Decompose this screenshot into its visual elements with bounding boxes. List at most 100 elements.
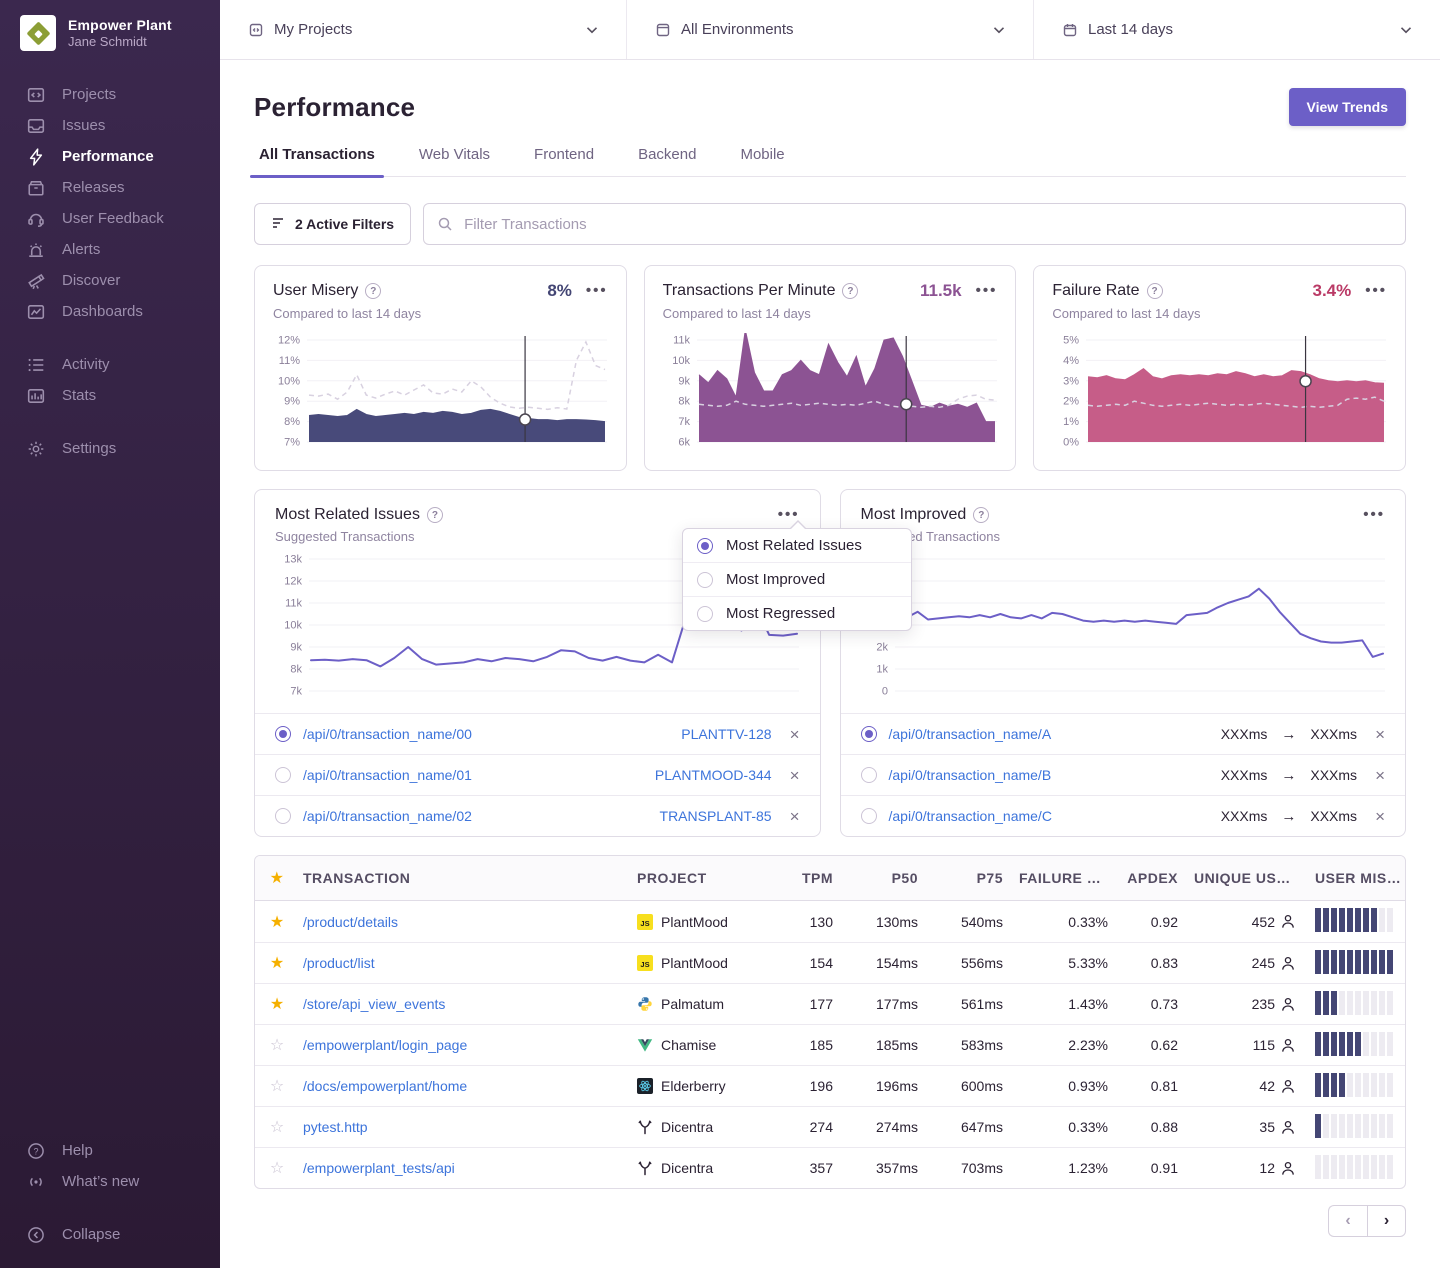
star-icon[interactable]: ★ — [270, 914, 284, 931]
transaction-link[interactable]: /api/0/transaction_name/A — [889, 726, 1209, 742]
sidebar-item-activity[interactable]: Activity — [0, 349, 220, 380]
org-switcher[interactable]: Empower Plant Jane Schmidt — [0, 0, 220, 57]
radio-button[interactable] — [861, 808, 877, 824]
transaction-link[interactable]: /api/0/transaction_name/00 — [303, 726, 669, 742]
radio-button[interactable] — [275, 726, 291, 742]
close-icon[interactable]: × — [790, 726, 800, 743]
tab-mobile[interactable]: Mobile — [735, 146, 789, 176]
card-subtitle: Compared to last 14 days — [1052, 306, 1387, 321]
menu-option-most-regressed[interactable]: Most Regressed — [683, 596, 911, 630]
widget-menu-button[interactable]: ••• — [1363, 510, 1385, 520]
stats-icon — [27, 387, 45, 405]
star-icon[interactable]: ☆ — [270, 1037, 284, 1054]
list-item: /api/0/transaction_name/B XXXms → XXXms … — [841, 754, 1406, 795]
issue-link[interactable]: PLANTTV-128 — [681, 726, 771, 742]
tab-frontend[interactable]: Frontend — [529, 146, 599, 176]
sidebar-item-performance[interactable]: Performance — [0, 141, 220, 172]
card-menu-button[interactable]: ••• — [1365, 286, 1387, 296]
help-icon[interactable]: ? — [427, 507, 443, 523]
radio-button[interactable] — [275, 767, 291, 783]
tab-backend[interactable]: Backend — [633, 146, 701, 176]
star-header-icon[interactable]: ★ — [270, 870, 285, 887]
widget-menu-button[interactable]: ••• — [778, 510, 800, 520]
sidebar-item-discover[interactable]: Discover — [0, 265, 220, 296]
date-range-dropdown[interactable]: Last 14 days — [1033, 0, 1440, 59]
transaction-link[interactable]: /api/0/transaction_name/B — [889, 767, 1209, 783]
help-icon[interactable]: ? — [1147, 283, 1163, 299]
star-icon[interactable]: ☆ — [270, 1160, 284, 1177]
transaction-link[interactable]: /product/details — [303, 914, 398, 930]
help-icon[interactable]: ? — [842, 283, 858, 299]
user-misery-bars — [1315, 1114, 1393, 1138]
radio-button[interactable] — [275, 808, 291, 824]
sidebar-item-releases[interactable]: Releases — [0, 172, 220, 203]
releases-icon — [27, 179, 45, 197]
star-icon[interactable]: ☆ — [270, 1119, 284, 1136]
tab-web-vitals[interactable]: Web Vitals — [414, 146, 495, 176]
pagination-prev-button[interactable]: ‹ — [1328, 1205, 1367, 1237]
transaction-link[interactable]: /docs/empowerplant/home — [303, 1078, 467, 1094]
star-icon[interactable]: ★ — [270, 955, 284, 972]
sidebar-item-settings[interactable]: Settings — [0, 433, 220, 464]
tab-bar: All Transactions Web Vitals Frontend Bac… — [254, 146, 1406, 177]
issue-link[interactable]: TRANSPLANT-85 — [660, 808, 772, 824]
close-icon[interactable]: × — [1375, 726, 1385, 743]
user-misery-bars — [1315, 1032, 1393, 1056]
user-misery-card: User Misery ? 8% ••• Compared to last 14… — [254, 265, 627, 471]
sidebar-item-stats[interactable]: Stats — [0, 380, 220, 411]
org-logo — [20, 15, 56, 51]
main-area: My Projects All Environments Last 14 day… — [220, 0, 1440, 1268]
svg-text:2%: 2% — [1063, 396, 1079, 408]
search-input[interactable] — [423, 203, 1406, 245]
menu-option-most-related-issues[interactable]: Most Related Issues — [683, 529, 911, 562]
transaction-link[interactable]: /api/0/transaction_name/C — [889, 808, 1209, 824]
help-icon[interactable]: ? — [365, 283, 381, 299]
transaction-link[interactable]: /store/api_view_events — [303, 996, 445, 1012]
star-icon[interactable]: ★ — [270, 996, 284, 1013]
tab-all-transactions[interactable]: All Transactions — [254, 146, 380, 176]
sidebar-item-dashboards[interactable]: Dashboards — [0, 296, 220, 327]
sidebar-footer: ? Help What’s new — [0, 1135, 220, 1197]
close-icon[interactable]: × — [1375, 767, 1385, 784]
card-menu-button[interactable]: ••• — [976, 286, 998, 296]
active-filters-button[interactable]: 2 Active Filters — [254, 203, 411, 245]
transaction-link[interactable]: /empowerplant_tests/api — [303, 1160, 455, 1176]
sidebar-item-issues[interactable]: Issues — [0, 110, 220, 141]
list-item: /api/0/transaction_name/A XXXms → XXXms … — [841, 713, 1406, 754]
help-icon[interactable]: ? — [973, 507, 989, 523]
transaction-link[interactable]: /product/list — [303, 955, 375, 971]
view-trends-button[interactable]: View Trends — [1289, 88, 1406, 126]
projects-icon — [27, 86, 45, 104]
pagination-next-button[interactable]: › — [1367, 1205, 1406, 1237]
issue-link[interactable]: PLANTMOOD-344 — [655, 767, 772, 783]
radio-button — [697, 606, 713, 622]
svg-text:4%: 4% — [1063, 355, 1079, 367]
radio-button[interactable] — [861, 726, 877, 742]
arrow-right-icon: → — [1279, 808, 1298, 825]
sidebar-item-projects[interactable]: Projects — [0, 79, 220, 110]
sidebar-item-alerts[interactable]: Alerts — [0, 234, 220, 265]
transaction-link[interactable]: /empowerplant/login_page — [303, 1037, 467, 1053]
most-improved-list: /api/0/transaction_name/A XXXms → XXXms … — [841, 713, 1406, 836]
menu-option-most-improved[interactable]: Most Improved — [683, 562, 911, 596]
close-icon[interactable]: × — [790, 808, 800, 825]
transaction-link[interactable]: pytest.http — [303, 1119, 368, 1135]
sidebar-item-whats-new[interactable]: What’s new — [0, 1166, 220, 1197]
sidebar-item-user-feedback[interactable]: User Feedback — [0, 203, 220, 234]
environment-filter-dropdown[interactable]: All Environments — [626, 0, 1033, 59]
svg-text:11k: 11k — [285, 598, 302, 610]
radio-button[interactable] — [861, 767, 877, 783]
star-icon[interactable]: ☆ — [270, 1078, 284, 1095]
collapse-button[interactable]: Collapse — [0, 1219, 220, 1250]
svg-text:10k: 10k — [284, 620, 302, 632]
transaction-link[interactable]: /api/0/transaction_name/01 — [303, 767, 643, 783]
sidebar-item-help[interactable]: ? Help — [0, 1135, 220, 1166]
transaction-link[interactable]: /api/0/transaction_name/02 — [303, 808, 648, 824]
project-filter-dropdown[interactable]: My Projects — [220, 0, 626, 59]
close-icon[interactable]: × — [1375, 808, 1385, 825]
project-name: PlantMood — [661, 914, 728, 930]
close-icon[interactable]: × — [790, 767, 800, 784]
user-icon — [1281, 1120, 1295, 1135]
user-misery-bars — [1315, 991, 1393, 1015]
card-menu-button[interactable]: ••• — [586, 286, 608, 296]
